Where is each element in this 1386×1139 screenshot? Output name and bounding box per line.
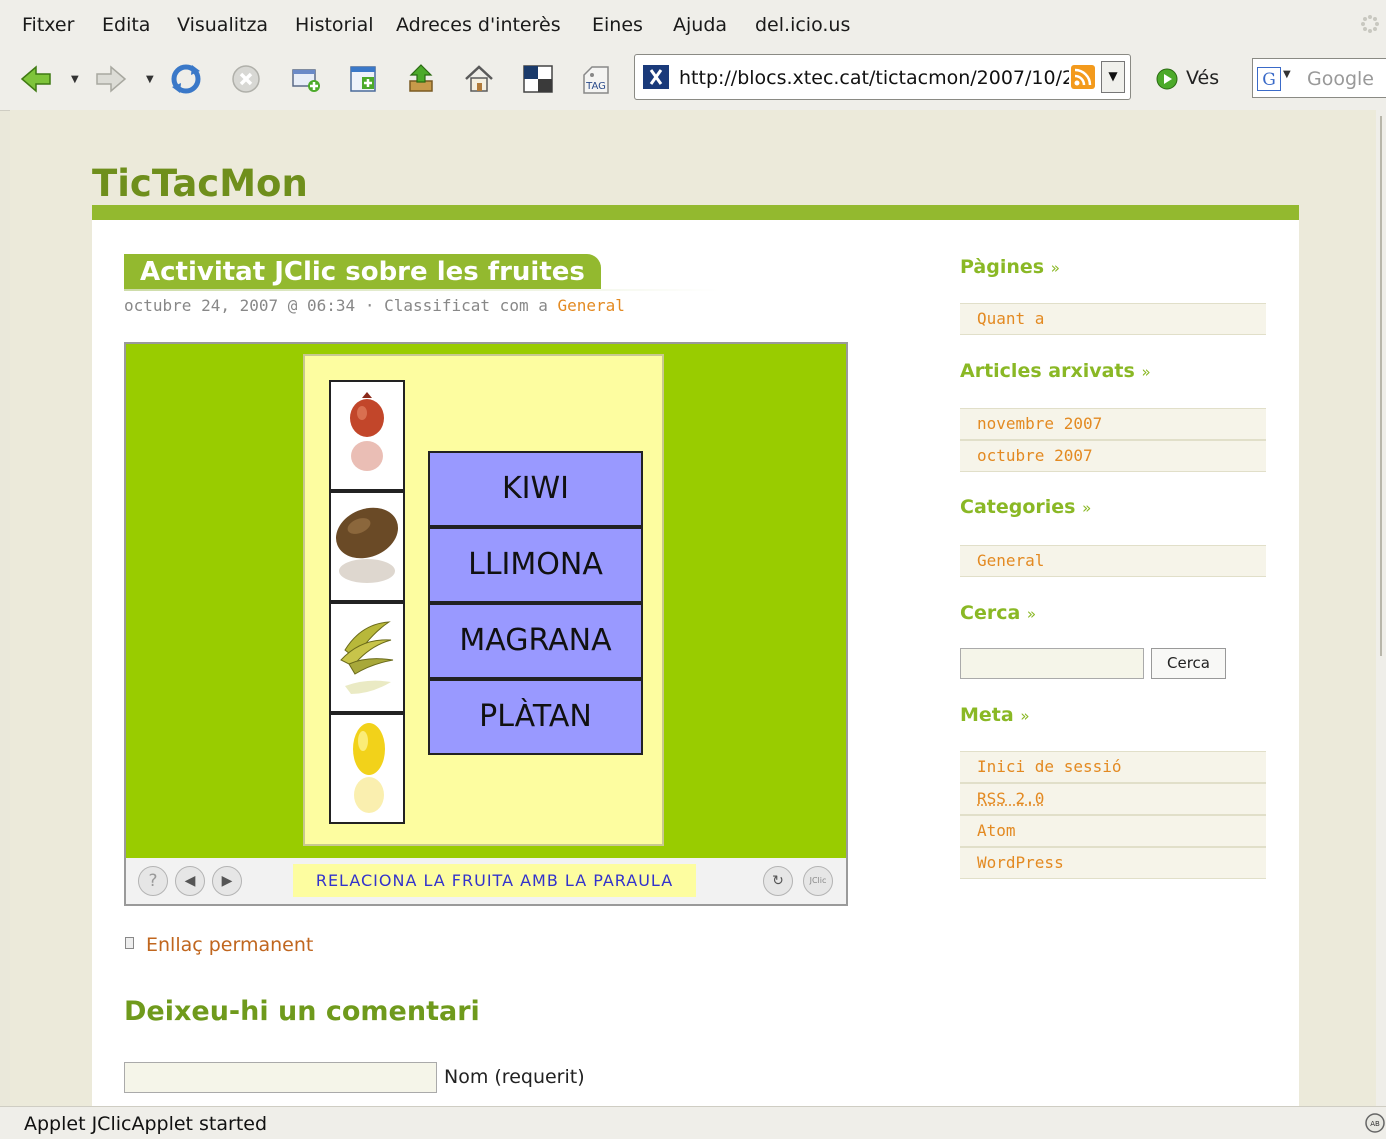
- bananas-icon: [340, 621, 394, 694]
- sidebar-search-input[interactable]: [960, 648, 1144, 679]
- menu-ajuda[interactable]: Ajuda: [673, 14, 727, 36]
- sidebar-heading-archives: Articles arxivats »: [960, 360, 1151, 382]
- word-cell-platan[interactable]: PLÀTAN: [428, 679, 643, 755]
- google-engine-icon[interactable]: G: [1257, 67, 1281, 91]
- go-arrow-icon: [1156, 68, 1178, 90]
- comment-heading: Deixeu-hi un comentari: [124, 996, 480, 1027]
- forward-arrow-icon[interactable]: [95, 63, 127, 95]
- menu-visualitza[interactable]: Visualitza: [177, 14, 268, 36]
- reload-icon[interactable]: [170, 63, 202, 95]
- sidebar-item-novembre-2007[interactable]: novembre 2007: [960, 408, 1266, 440]
- sidebar-heading-search: Cerca »: [960, 602, 1037, 624]
- prev-activity-button[interactable]: ◀: [175, 866, 205, 896]
- post-category-link[interactable]: General: [557, 296, 624, 315]
- next-activity-button[interactable]: ▶: [212, 866, 242, 896]
- word-cell-magrana[interactable]: MAGRANA: [428, 603, 643, 679]
- pomegranate-icon: [350, 392, 384, 471]
- menu-delicious[interactable]: del.icio.us: [755, 14, 850, 36]
- sidebar-item-login[interactable]: Inici de sessió: [960, 751, 1266, 783]
- navigation-toolbar: ▼ ▼ TAG http://blocs.xtec.cat/tictacmon/…: [0, 48, 1386, 111]
- post-meta: octubre 24, 2007 @ 06:34 · Classificat c…: [124, 296, 625, 315]
- sidebar-heading-meta: Meta »: [960, 704, 1030, 726]
- restart-activity-button[interactable]: ↻: [763, 866, 793, 896]
- screen-icon[interactable]: [522, 63, 554, 95]
- post-title-divider: [124, 289, 720, 291]
- menu-edita[interactable]: Edita: [102, 14, 150, 36]
- svg-text:G: G: [1262, 70, 1276, 90]
- post-date: octubre 24, 2007 @ 06:34 · Classificat c…: [124, 296, 558, 315]
- jclic-logo-button[interactable]: JClic: [803, 866, 833, 896]
- menu-historial[interactable]: Historial: [295, 14, 374, 36]
- menubar: Fitxer Edita Visualitza Historial Adrece…: [0, 0, 1386, 48]
- new-tab-icon[interactable]: [348, 63, 380, 95]
- adblock-icon[interactable]: AB: [1364, 1112, 1386, 1134]
- site-title[interactable]: TicTacMon: [92, 162, 308, 205]
- sidebar-item-quant-a[interactable]: Quant a: [960, 303, 1266, 335]
- name-field[interactable]: [124, 1062, 437, 1093]
- sidebar-item-rss[interactable]: RSS 2.0: [960, 783, 1266, 815]
- fruit-cell-lemon[interactable]: [329, 713, 405, 824]
- sidebar-heading-categories: Categories »: [960, 496, 1092, 518]
- site-favicon-icon: [643, 65, 669, 89]
- activity-instruction: RELACIONA LA FRUITA AMB LA PARAULA: [293, 864, 696, 897]
- permalink-icon: [125, 937, 134, 949]
- menu-fitxer[interactable]: Fitxer: [22, 14, 74, 36]
- sidebar-search-button[interactable]: Cerca: [1151, 648, 1226, 679]
- svg-text:AB: AB: [1370, 1120, 1380, 1128]
- vertical-scrollbar[interactable]: [1376, 110, 1386, 1106]
- download-icon[interactable]: [405, 63, 437, 95]
- go-label: Vés: [1186, 67, 1220, 89]
- post-title[interactable]: Activitat JClic sobre les fruites: [124, 254, 601, 290]
- sidebar-item-general[interactable]: General: [960, 545, 1266, 577]
- throbber-icon: [1361, 15, 1379, 33]
- stop-icon[interactable]: [230, 63, 262, 95]
- help-button[interactable]: ?: [138, 866, 168, 896]
- sidebar-item-octubre-2007[interactable]: octubre 2007: [960, 440, 1266, 472]
- search-engine-box[interactable]: G ▼ Google: [1252, 58, 1386, 98]
- svg-text:TAG: TAG: [585, 81, 606, 92]
- tag-icon[interactable]: TAG: [580, 63, 612, 95]
- rss-feed-icon[interactable]: [1071, 65, 1095, 89]
- sidebar-heading-pages: Pàgines »: [960, 256, 1060, 278]
- home-icon[interactable]: [463, 63, 495, 95]
- sidebar-item-wordpress[interactable]: WordPress: [960, 847, 1266, 879]
- status-text: Applet JClicApplet started: [24, 1113, 268, 1135]
- sidebar-item-atom[interactable]: Atom: [960, 815, 1266, 847]
- url-text[interactable]: http://blocs.xtec.cat/tictacmon/2007/10/…: [679, 67, 1069, 89]
- word-cell-llimona[interactable]: LLIMONA: [428, 527, 643, 603]
- lemon-icon: [353, 723, 385, 813]
- engine-dropdown-icon[interactable]: ▼: [1283, 69, 1291, 80]
- menu-adreces[interactable]: Adreces d'interès: [396, 14, 561, 36]
- fruit-cell-bananas[interactable]: [329, 602, 405, 713]
- search-placeholder[interactable]: Google: [1307, 68, 1374, 90]
- url-bar[interactable]: http://blocs.xtec.cat/tictacmon/2007/10/…: [634, 54, 1131, 100]
- kiwi-icon: [335, 507, 399, 583]
- word-cell-kiwi[interactable]: KIWI: [428, 451, 643, 527]
- back-arrow-icon[interactable]: [20, 63, 52, 95]
- header-bar: [92, 205, 1299, 220]
- url-history-dropdown-icon[interactable]: ▼: [1101, 61, 1125, 93]
- name-field-label: Nom (requerit): [444, 1066, 585, 1088]
- permalink-link[interactable]: Enllaç permanent: [146, 934, 313, 956]
- back-dropdown-icon[interactable]: ▼: [71, 74, 79, 85]
- fruit-cell-kiwi[interactable]: [329, 491, 405, 602]
- fruit-cell-pomegranate[interactable]: [329, 380, 405, 491]
- forward-dropdown-icon[interactable]: ▼: [146, 74, 154, 85]
- new-window-icon[interactable]: [290, 63, 322, 95]
- menu-eines[interactable]: Eines: [592, 14, 643, 36]
